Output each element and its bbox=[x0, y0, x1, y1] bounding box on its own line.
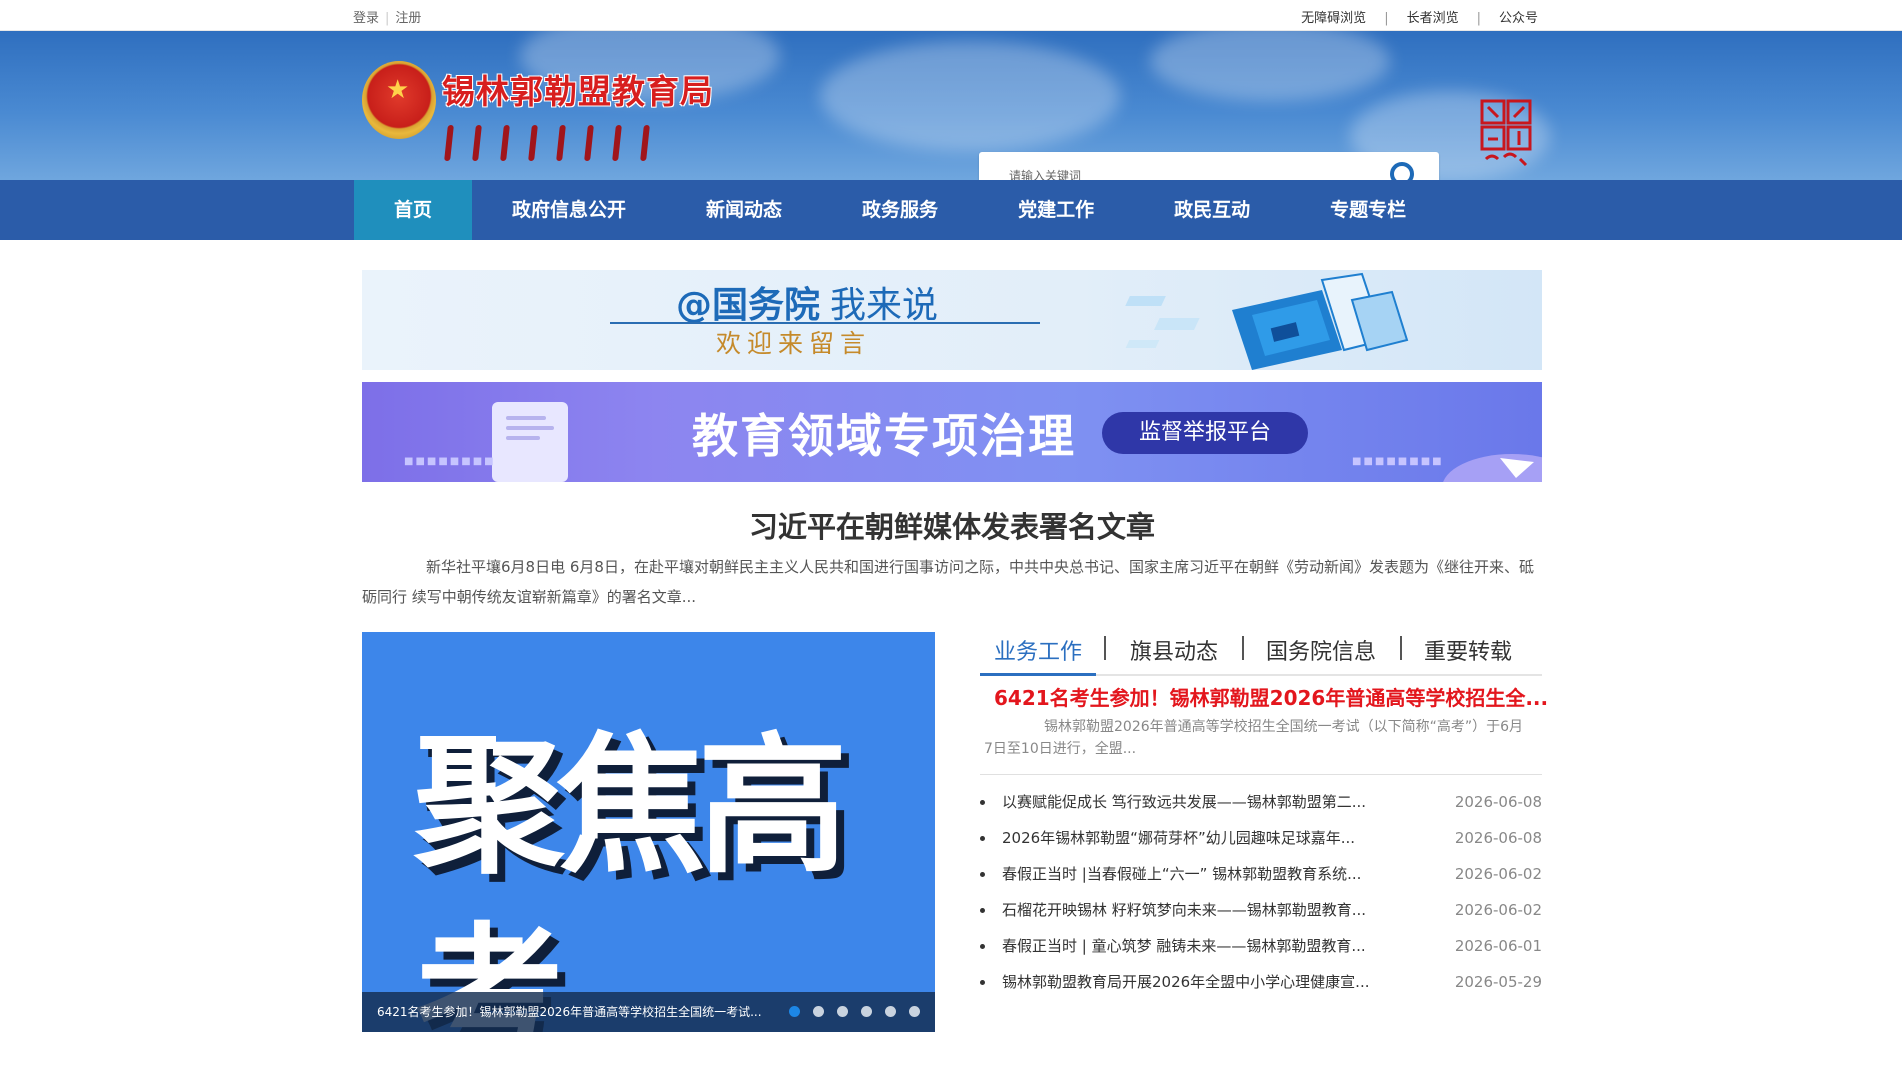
headline-title[interactable]: 习近平在朝鲜媒体发表署名文章 bbox=[362, 504, 1542, 546]
lead-news-title[interactable]: 6421名考生参加！锡林郭勒盟2026年普通高等学校招生全... bbox=[994, 682, 1548, 711]
tab-state-council[interactable]: 国务院信息 bbox=[1266, 634, 1376, 666]
divider: | bbox=[385, 11, 390, 26]
search-input[interactable] bbox=[1007, 168, 1371, 180]
news-date: 2026-06-02 bbox=[1454, 865, 1542, 883]
photo-carousel[interactable]: 聚焦高考 6421名考生参加！锡林郭勒盟2026年普通高等学校招生全国统一考试.… bbox=[362, 632, 935, 1032]
headline-summary: 新华社平壤6月8日电 6月8日，在赴平壤对朝鲜民主主义人民共和国进行国事访问之际… bbox=[362, 558, 1534, 606]
banner-subtitle: 欢迎来留言 bbox=[716, 329, 872, 358]
bullet-icon bbox=[980, 800, 985, 805]
accessible-browse-link[interactable]: 无障碍浏览 bbox=[1301, 11, 1366, 26]
news-panel: 业务工作 旗县动态 国务院信息 重要转载 6421名考生参加！锡林郭勒盟2026… bbox=[980, 632, 1548, 1032]
banner-title-light: 我来说 bbox=[830, 285, 939, 326]
news-date: 2026-06-08 bbox=[1454, 829, 1542, 847]
list-item[interactable]: 春假正当时 |当春假碰上“六一” 锡林郭勒盟教育系统... 2026-06-02 bbox=[980, 856, 1542, 892]
news-title[interactable]: 石榴花开映锡林 籽籽筑梦向未来——锡林郭勒盟教育... bbox=[1002, 892, 1366, 928]
bullet-icon bbox=[980, 836, 985, 841]
divider bbox=[1104, 636, 1106, 660]
login-link[interactable]: 登录 bbox=[353, 11, 379, 26]
dot-pattern: ■■■■■■■■ bbox=[404, 456, 496, 467]
divider: | bbox=[1476, 11, 1481, 26]
carousel-caption[interactable]: 6421名考生参加！锡林郭勒盟2026年普通高等学校招生全国统一考试... bbox=[377, 992, 762, 1032]
nav-item-interaction[interactable]: 政民互动 bbox=[1134, 180, 1290, 240]
report-platform-button[interactable]: 监督举报平台 bbox=[1102, 412, 1308, 454]
tab-county[interactable]: 旗县动态 bbox=[1130, 634, 1218, 666]
list-item[interactable]: 2026年锡林郭勒盟“娜荷芽杯”幼儿园趣味足球嘉年... 2026-06-08 bbox=[980, 820, 1542, 856]
carousel-dot[interactable] bbox=[813, 1006, 824, 1017]
news-title[interactable]: 2026年锡林郭勒盟“娜荷芽杯”幼儿园趣味足球嘉年... bbox=[1002, 820, 1355, 856]
star-icon: ★ bbox=[386, 75, 410, 105]
banner-title-bold: @国务院 bbox=[676, 285, 821, 326]
list-item[interactable]: 锡林郭勒盟教育局开展2026年全盟中小学心理健康宣... 2026-05-29 bbox=[980, 964, 1542, 1000]
bullet-icon bbox=[980, 980, 985, 985]
carousel-dot[interactable] bbox=[789, 1006, 800, 1017]
paper-plane-icon bbox=[1443, 454, 1542, 482]
search-box bbox=[979, 152, 1439, 180]
list-item[interactable]: 以赛赋能促成长 笃行致远共发展——锡林郭勒盟第二... 2026-06-08 bbox=[980, 784, 1542, 820]
bullet-icon bbox=[980, 872, 985, 877]
tab-business[interactable]: 业务工作 bbox=[994, 634, 1082, 666]
carousel-dot[interactable] bbox=[909, 1006, 920, 1017]
main-nav: 首页 政府信息公开 新闻动态 政务服务 党建工作 政民互动 专题专栏 bbox=[0, 180, 1902, 240]
red-seal-icon bbox=[1480, 99, 1532, 167]
state-council-banner[interactable]: @国务院 我来说 欢迎来留言 bbox=[362, 270, 1542, 370]
register-link[interactable]: 注册 bbox=[395, 11, 421, 26]
bullet-icon bbox=[980, 908, 985, 913]
carousel-caption-bar: 6421名考生参加！锡林郭勒盟2026年普通高等学校招生全国统一考试... bbox=[362, 992, 935, 1032]
carousel-dots bbox=[789, 1006, 920, 1017]
list-item[interactable]: 石榴花开映锡林 籽籽筑梦向未来——锡林郭勒盟教育... 2026-06-02 bbox=[980, 892, 1542, 928]
nav-item-news[interactable]: 新闻动态 bbox=[666, 180, 822, 240]
account-links: 登录 | 注册 bbox=[353, 7, 427, 26]
news-tabs: 业务工作 旗县动态 国务院信息 重要转载 bbox=[980, 632, 1542, 676]
news-title[interactable]: 春假正当时 | 童心筑梦 融铸未来——锡林郭勒盟教育... bbox=[1002, 928, 1366, 964]
lead-news-summary: 锡林郭勒盟2026年普通高等学校招生全国统一考试（以下简称“高考”）于6月7日至… bbox=[984, 719, 1524, 757]
cloud-decoration bbox=[1150, 31, 1390, 101]
laptop-illustration-icon bbox=[1125, 272, 1409, 370]
news-title[interactable]: 以赛赋能促成长 笃行致远共发展——锡林郭勒盟第二... bbox=[1002, 784, 1366, 820]
cloud-decoration bbox=[820, 41, 1120, 151]
nav-item-topics[interactable]: 专题专栏 bbox=[1290, 180, 1446, 240]
nav-items: 首页 政府信息公开 新闻动态 政务服务 党建工作 政民互动 专题专栏 bbox=[354, 180, 1446, 240]
dot-pattern: ■■■■■■■■ bbox=[1352, 456, 1444, 467]
tab-reprints[interactable]: 重要转载 bbox=[1424, 634, 1512, 666]
search-icon[interactable] bbox=[1389, 161, 1421, 180]
news-date: 2026-06-08 bbox=[1454, 793, 1542, 811]
nav-item-services[interactable]: 政务服务 bbox=[822, 180, 978, 240]
divider bbox=[980, 774, 1542, 775]
news-date: 2026-06-02 bbox=[1454, 901, 1542, 919]
mongolian-script-title bbox=[444, 125, 706, 169]
divider bbox=[1242, 636, 1244, 660]
document-icon bbox=[492, 402, 568, 482]
elder-browse-link[interactable]: 长者浏览 bbox=[1407, 11, 1459, 26]
site-header: ★ 锡林郭勒盟教育局 bbox=[0, 31, 1902, 180]
official-account-link[interactable]: 公众号 bbox=[1499, 11, 1538, 26]
news-list: 以赛赋能促成长 笃行致远共发展——锡林郭勒盟第二... 2026-06-08 20… bbox=[980, 784, 1542, 1000]
nav-item-home[interactable]: 首页 bbox=[354, 180, 473, 240]
nav-item-gov-info[interactable]: 政府信息公开 bbox=[472, 180, 666, 240]
banner-title: 教育领域专项治理 bbox=[692, 409, 1076, 463]
carousel-dot[interactable] bbox=[837, 1006, 848, 1017]
divider bbox=[1400, 636, 1402, 660]
site-title[interactable]: 锡林郭勒盟教育局 bbox=[442, 65, 714, 113]
news-date: 2026-06-01 bbox=[1454, 937, 1542, 955]
banner-title: @国务院 我来说 bbox=[676, 276, 938, 328]
bullet-icon bbox=[980, 944, 985, 949]
news-title[interactable]: 锡林郭勒盟教育局开展2026年全盟中小学心理健康宣... bbox=[1002, 964, 1369, 1000]
carousel-dot[interactable] bbox=[885, 1006, 896, 1017]
carousel-dot[interactable] bbox=[861, 1006, 872, 1017]
top-utility-bar: 登录 | 注册 无障碍浏览 | 长者浏览 | 公众号 bbox=[0, 0, 1902, 31]
divider: | bbox=[1384, 11, 1389, 26]
education-governance-banner[interactable]: ■■■■■■■■ ■■■■■■■■ 教育领域专项治理 监督举报平台 bbox=[362, 382, 1542, 482]
news-title[interactable]: 春假正当时 |当春假碰上“六一” 锡林郭勒盟教育系统... bbox=[1002, 856, 1361, 892]
access-links: 无障碍浏览 | 长者浏览 | 公众号 bbox=[1283, 7, 1538, 26]
news-date: 2026-05-29 bbox=[1454, 973, 1542, 991]
list-item[interactable]: 春假正当时 | 童心筑梦 融铸未来——锡林郭勒盟教育... 2026-06-01 bbox=[980, 928, 1542, 964]
active-tab-indicator bbox=[980, 673, 1096, 676]
national-emblem-icon[interactable]: ★ bbox=[362, 61, 436, 139]
nav-item-party[interactable]: 党建工作 bbox=[978, 180, 1134, 240]
carousel-image-text: 聚焦高考 bbox=[414, 720, 848, 1032]
